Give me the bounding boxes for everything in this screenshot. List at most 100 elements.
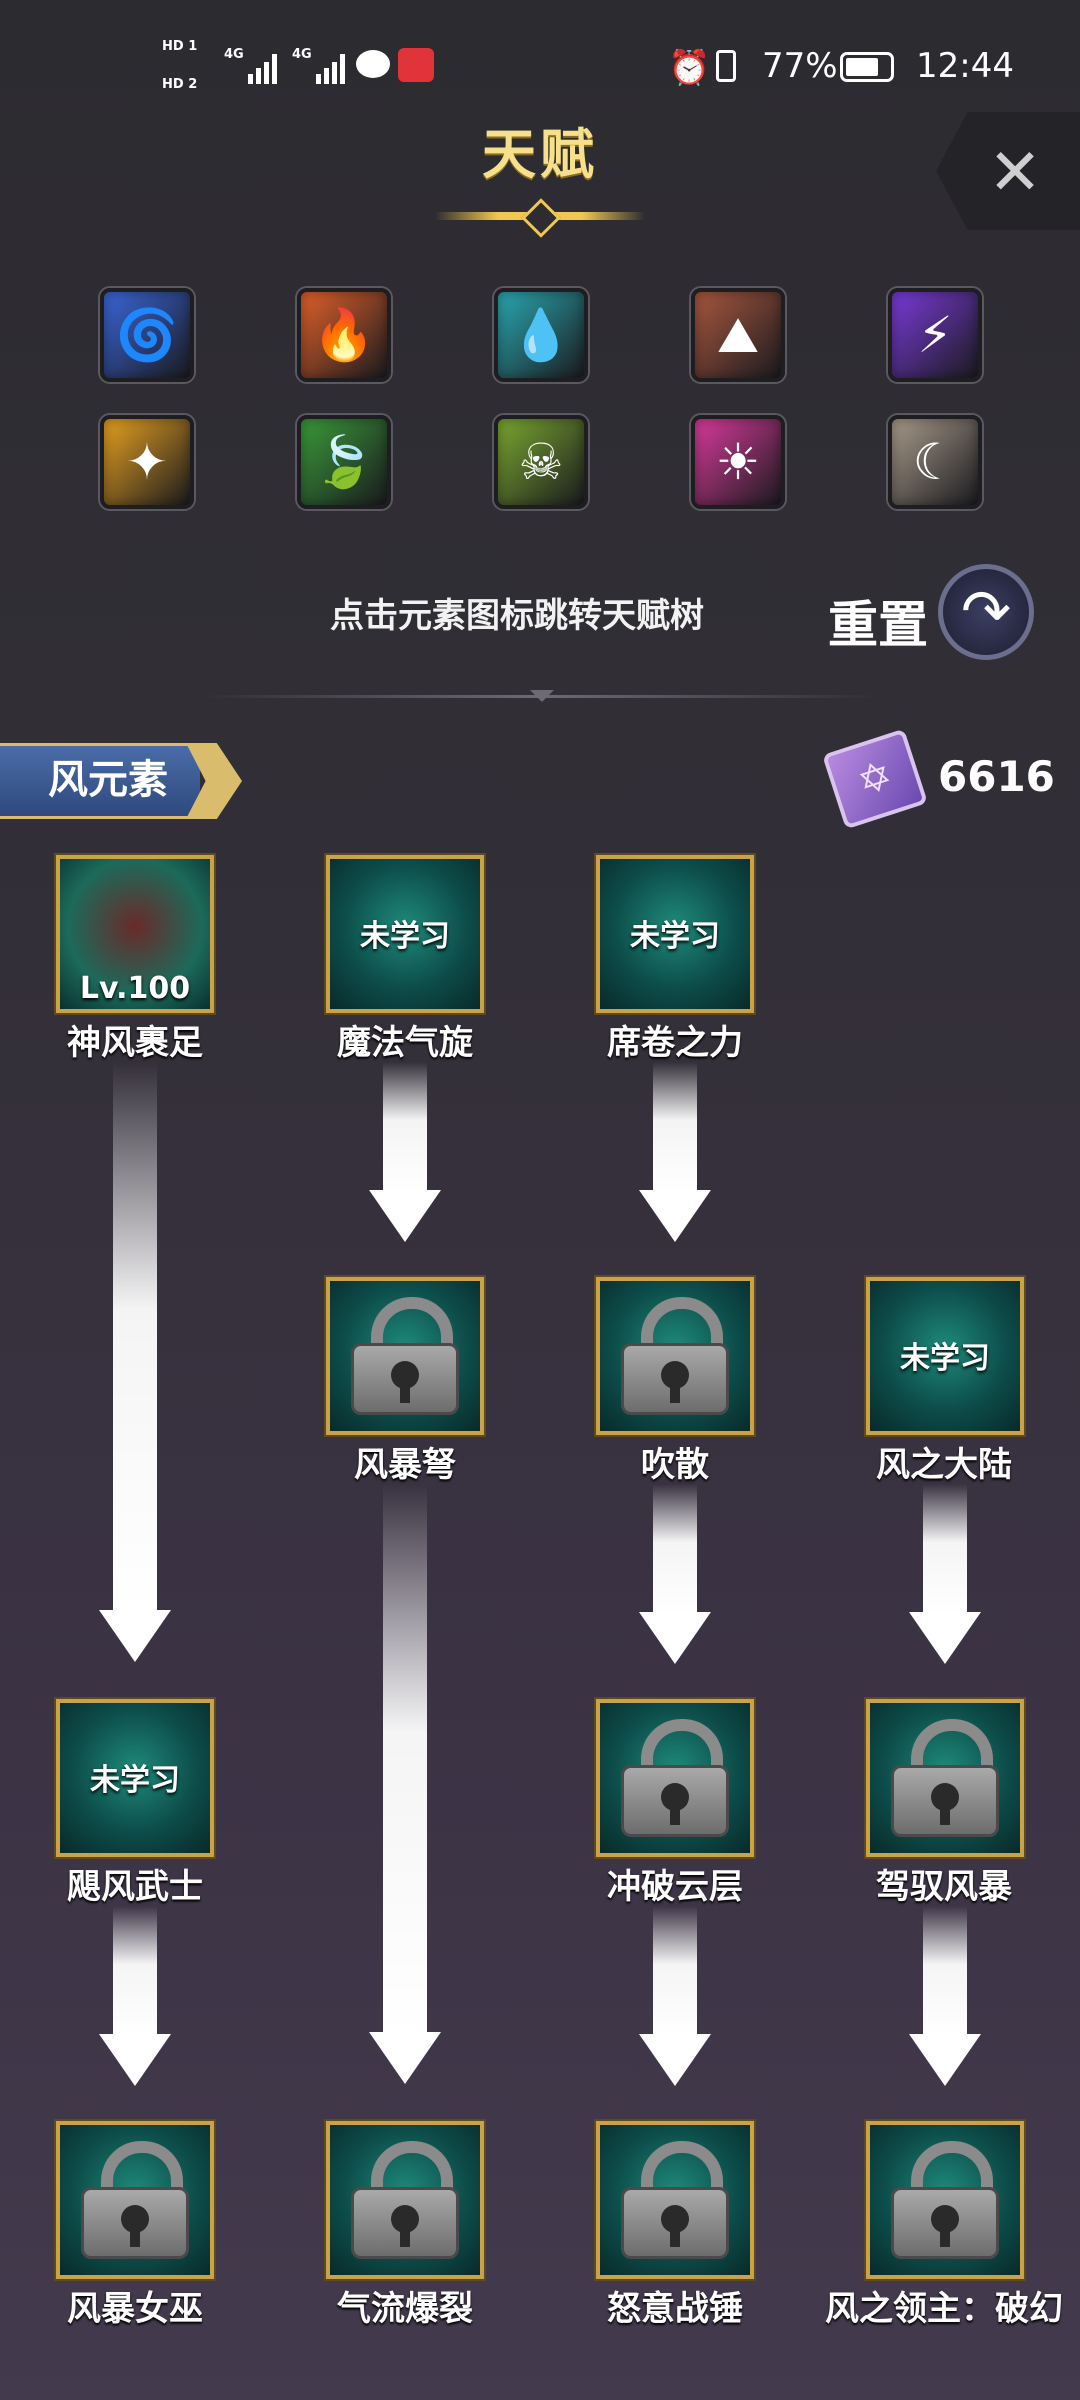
close-icon[interactable]: ✕ [970,128,1060,218]
arrow-down-icon [639,2034,711,2086]
lock-icon [621,1719,729,1837]
node-name: 风暴弩 [354,1445,456,1485]
arrow-down-icon [369,2032,441,2084]
node-level: Lv.100 [79,971,191,1006]
node-status: 未学习 [900,1341,990,1376]
arrow-down-icon [639,1612,711,1664]
node-name: 风之大陆 [876,1445,1012,1485]
element-button[interactable]: 🌀 [100,288,194,382]
divider-ornament [530,690,554,702]
arrow-down-icon [639,1190,711,1242]
talent-node[interactable] [326,1277,484,1435]
page-title: 天赋 [482,123,598,186]
element-button[interactable]: ☠ [494,415,588,509]
talent-node[interactable]: 未学习 [326,855,484,1013]
node-status: 未学习 [90,1763,180,1798]
alarm-icon: ⏰ [668,48,711,88]
talent-node[interactable]: 未学习 [866,1277,1024,1435]
reset-button[interactable]: ↷ [938,564,1034,660]
network2-label: 4G [292,47,312,62]
element-button[interactable]: 🔥 [297,288,391,382]
talent-node[interactable] [326,2121,484,2279]
node-name: 风之领主：破幻 [825,2289,1063,2329]
talent-node[interactable]: Lv.100 [56,855,214,1013]
lock-icon [351,1297,459,1415]
arrow-shaft [653,1906,697,2036]
element-button[interactable]: 🍃 [297,415,391,509]
node-name: 吹散 [641,1445,709,1485]
arrow-shaft [653,1062,697,1192]
network1-label: 4G [224,47,244,62]
lock-icon [621,2141,729,2259]
arrow-shaft [113,1062,157,1612]
rock-icon: ⛰ [717,305,759,364]
lock-icon [621,1297,729,1415]
reset-label[interactable]: 重置 [828,585,928,657]
talent-node[interactable] [866,1699,1024,1857]
whirlwind-icon: 🌀 [115,305,179,364]
signal2-icon [316,50,345,84]
talent-node[interactable] [866,2121,1024,2279]
element-button[interactable]: 💧 [494,288,588,382]
node-name: 席卷之力 [607,1023,743,1063]
lock-icon [891,1719,999,1837]
clock: 12:44 [916,46,1014,86]
node-status: 未学习 [630,919,720,954]
node-name: 神风裹足 [67,1023,203,1063]
element-button[interactable]: ☾ [888,415,982,509]
talent-node[interactable] [56,2121,214,2279]
water-drop-icon: 💧 [509,305,573,364]
node-status: 未学习 [360,919,450,954]
light-icon: ✦ [126,433,168,491]
talent-node[interactable] [596,1277,754,1435]
section-banner: 风元素 [0,735,242,827]
arrow-shaft [653,1484,697,1614]
node-name: 飓风武士 [67,1867,203,1907]
arrow-down-icon [909,1612,981,1664]
section-title: 风元素 [48,757,168,803]
element-button[interactable]: ✦ [100,415,194,509]
battery-icon [840,52,894,82]
vibrate-icon [716,50,736,82]
arrow-shaft [383,1062,427,1192]
title-ornament [521,198,561,238]
hint-text: 点击元素图标跳转天赋树 [330,596,704,636]
wechat-icon [356,50,390,78]
arrow-down-icon [909,2034,981,2086]
arrow-down-icon [369,1190,441,1242]
lock-icon [891,2141,999,2259]
node-name: 魔法气旋 [337,1023,473,1063]
talent-node[interactable]: 未学习 [56,1699,214,1857]
talent-node[interactable] [596,2121,754,2279]
sim1-label: HD 1 [162,39,198,54]
sun-icon: ☀ [715,433,761,491]
element-button[interactable]: ☀ [691,415,785,509]
scroll-icon: ✡ [822,728,928,830]
talent-node[interactable] [596,1699,754,1857]
redo-arrow-icon: ↷ [960,577,1012,647]
skull-icon: ☠ [518,433,564,491]
node-name: 风暴女巫 [67,2289,203,2329]
arrow-shaft [383,1484,427,2034]
element-button[interactable]: ⛰ [691,288,785,382]
leaf-icon: 🍃 [312,432,376,491]
lock-icon [351,2141,459,2259]
node-name: 驾驭风暴 [876,1867,1012,1907]
sim2-label: HD 2 [162,77,198,92]
lightning-icon: ⚡ [917,306,953,364]
arrow-shaft [923,1484,967,1614]
node-name: 怒意战锤 [607,2289,743,2329]
arrow-down-icon [99,2034,171,2086]
node-name: 冲破云层 [607,1867,743,1907]
arrow-shaft [923,1906,967,2036]
arrow-down-icon [99,1610,171,1662]
element-button[interactable]: ⚡ [888,288,982,382]
node-name: 气流爆裂 [337,2289,473,2329]
talent-node[interactable]: 未学习 [596,855,754,1013]
signal1-icon [248,50,277,84]
fire-icon: 🔥 [312,305,376,364]
talent-points: 6616 [938,752,1055,801]
moon-icon: ☾ [912,433,958,491]
lock-icon [81,2141,189,2259]
reader-app-icon [398,48,434,82]
